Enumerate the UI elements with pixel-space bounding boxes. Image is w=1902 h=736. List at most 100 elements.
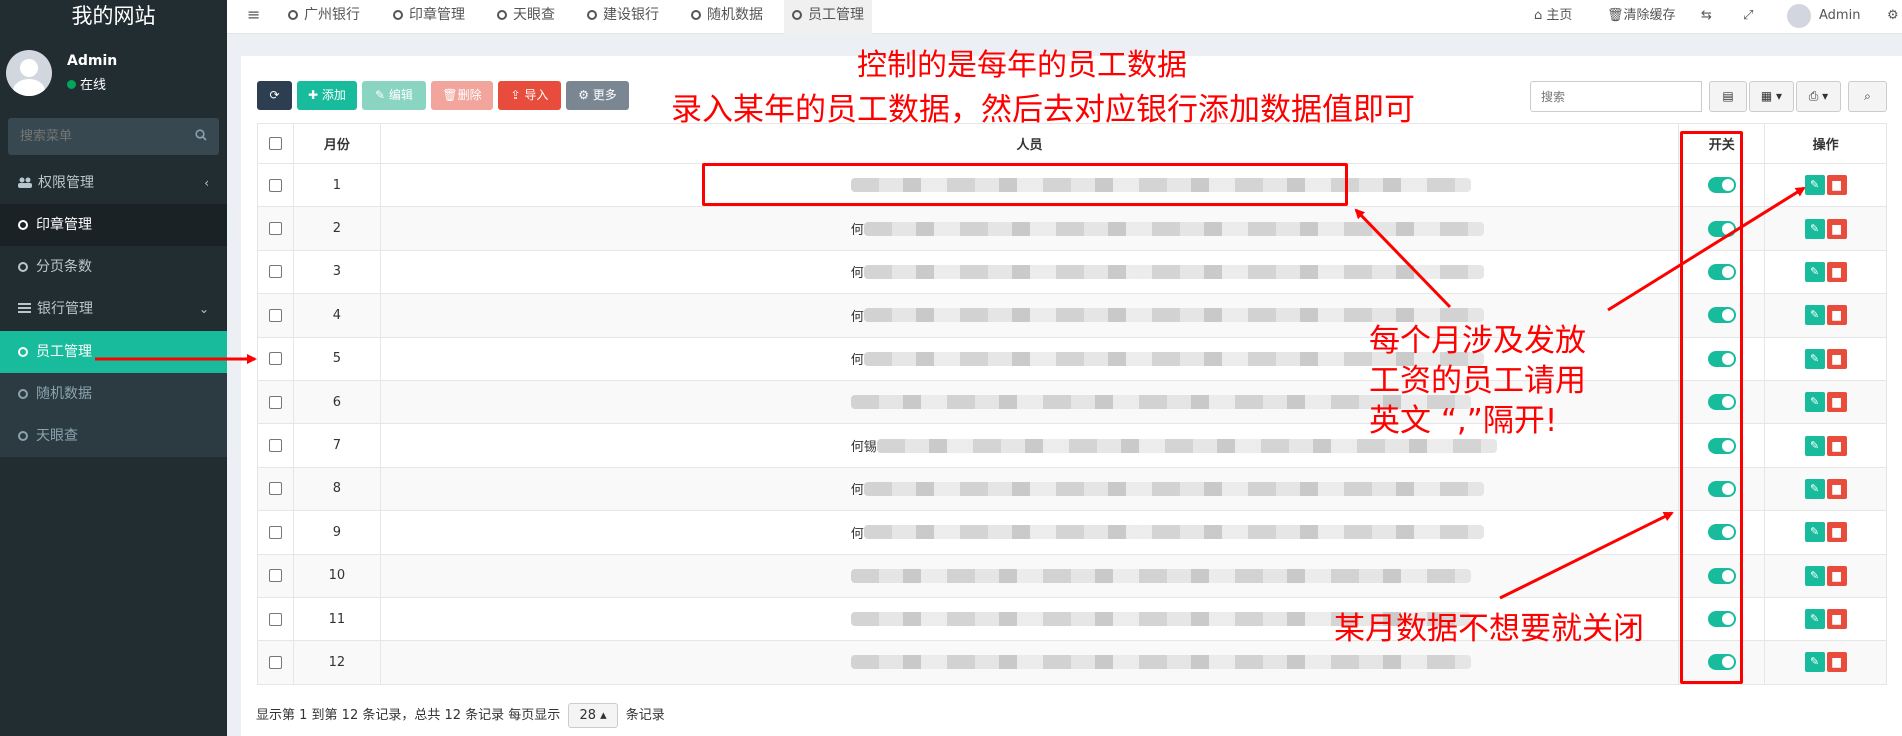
row-edit-button[interactable]: ✎ bbox=[1804, 392, 1825, 413]
translate-icon[interactable]: ⇆ bbox=[1701, 0, 1712, 34]
sidebar-item-seal[interactable]: 印章管理 bbox=[0, 204, 227, 246]
add-button[interactable]: ✚ 添加 bbox=[297, 81, 357, 110]
row-select-cell bbox=[257, 553, 294, 598]
circle-icon bbox=[587, 10, 597, 20]
blurred-names bbox=[876, 438, 1497, 453]
edit-button[interactable]: ✎ 编辑 bbox=[362, 81, 426, 110]
blurred-names bbox=[863, 264, 1484, 279]
sidebar-item-bank[interactable]: 银行管理 ⌄ bbox=[0, 288, 227, 330]
row-checkbox[interactable] bbox=[268, 569, 282, 583]
table-row[interactable]: 2 何 ✎ ▆ bbox=[257, 206, 1887, 251]
month-cell: 4 bbox=[292, 293, 381, 338]
actions-cell: ✎ ▆ bbox=[1764, 466, 1887, 512]
row-delete-button[interactable]: ▆ bbox=[1826, 392, 1847, 413]
pencil-icon: ✎ bbox=[1809, 525, 1820, 539]
more-button[interactable]: ⚙ 更多 bbox=[566, 81, 629, 110]
sidebar-item-random[interactable]: 随机数据 bbox=[0, 373, 227, 415]
row-delete-button[interactable]: ▆ bbox=[1826, 652, 1847, 673]
row-edit-button[interactable]: ✎ bbox=[1804, 652, 1825, 673]
row-delete-button[interactable]: ▆ bbox=[1826, 218, 1847, 239]
row-delete-button[interactable]: ▆ bbox=[1826, 609, 1847, 630]
table-row[interactable]: 5 何 ✎ ▆ bbox=[257, 336, 1887, 381]
row-edit-button[interactable]: ✎ bbox=[1804, 435, 1825, 456]
select-all-checkbox[interactable] bbox=[268, 137, 282, 150]
sidebar-item-page-size[interactable]: 分页条数 bbox=[0, 246, 227, 288]
sidebar-item-tianyancha[interactable]: 天眼查 bbox=[0, 415, 227, 457]
table-row[interactable]: 10 ✎ ▆ bbox=[257, 553, 1887, 598]
row-checkbox[interactable] bbox=[268, 352, 282, 366]
tab-guangzhou-bank[interactable]: 广州银行 bbox=[280, 0, 368, 34]
row-delete-button[interactable]: ▆ bbox=[1826, 175, 1847, 196]
row-delete-button[interactable]: ▆ bbox=[1826, 305, 1847, 326]
table-row[interactable]: 9 何 ✎ ▆ bbox=[257, 510, 1887, 555]
row-select-cell bbox=[257, 293, 294, 338]
gear-icon[interactable]: ⚙ bbox=[1887, 0, 1899, 34]
row-checkbox[interactable] bbox=[268, 308, 282, 322]
month-cell: 7 bbox=[292, 423, 381, 468]
tab-employee[interactable]: 员工管理 bbox=[784, 0, 872, 34]
table-search-input[interactable] bbox=[1530, 81, 1702, 112]
page-size-dropdown[interactable]: 28 ▴ bbox=[568, 703, 618, 728]
row-edit-button[interactable]: ✎ bbox=[1804, 609, 1825, 630]
delete-button[interactable]: 🗑删除 bbox=[431, 81, 493, 110]
row-checkbox[interactable] bbox=[268, 612, 282, 626]
row-edit-button[interactable]: ✎ bbox=[1804, 522, 1825, 543]
tab-seal[interactable]: 印章管理 bbox=[385, 0, 473, 34]
export-button[interactable]: ⎙ ▾ bbox=[1796, 81, 1841, 112]
user-menu[interactable]: Admin bbox=[1787, 0, 1860, 34]
table-row[interactable]: 8 何 ✎ ▆ bbox=[257, 466, 1887, 512]
row-edit-button[interactable]: ✎ bbox=[1804, 261, 1825, 282]
site-title[interactable]: 我的网站 bbox=[0, 0, 227, 36]
tab-tianyancha[interactable]: 天眼查 bbox=[489, 0, 563, 34]
row-delete-button[interactable]: ▆ bbox=[1826, 522, 1847, 543]
table-row[interactable]: 6 ✎ ▆ bbox=[257, 379, 1887, 425]
tab-random[interactable]: 随机数据 bbox=[683, 0, 771, 34]
row-edit-button[interactable]: ✎ bbox=[1804, 478, 1825, 499]
home-button[interactable]: ⌂ 主页 bbox=[1534, 0, 1572, 34]
refresh-button[interactable]: ⟳ bbox=[257, 81, 292, 110]
app-window: 我的网站 Admin 在线 权限管理 ‹ 印章管理 分页条数 银行管理 ⌄ 员工… bbox=[0, 0, 1902, 736]
search-icon[interactable] bbox=[195, 129, 207, 145]
row-delete-button[interactable]: ▆ bbox=[1826, 478, 1847, 499]
row-edit-button[interactable]: ✎ bbox=[1804, 348, 1825, 369]
column-header-month[interactable]: 月份 bbox=[292, 123, 381, 164]
people-cell: 何 bbox=[379, 206, 1680, 251]
row-checkbox[interactable] bbox=[268, 222, 282, 236]
table-row[interactable]: 4 何 ✎ ▆ bbox=[257, 293, 1887, 338]
sidebar-search-input[interactable] bbox=[8, 118, 219, 155]
row-delete-button[interactable]: ▆ bbox=[1826, 261, 1847, 282]
search-button[interactable]: ⌕ bbox=[1848, 81, 1887, 112]
row-delete-button[interactable]: ▆ bbox=[1826, 348, 1847, 369]
list-icon bbox=[18, 288, 31, 330]
row-delete-button[interactable]: ▆ bbox=[1826, 565, 1847, 586]
pencil-icon: ✎ bbox=[1809, 568, 1820, 582]
tab-ccb[interactable]: 建设银行 bbox=[579, 0, 667, 34]
more-label: 更多 bbox=[592, 88, 617, 102]
columns-button[interactable]: ▦ ▾ bbox=[1749, 81, 1794, 112]
sidebar-item-employee[interactable]: 员工管理 bbox=[0, 331, 227, 373]
row-checkbox[interactable] bbox=[268, 265, 282, 279]
column-header-people[interactable]: 人员 bbox=[379, 123, 1680, 164]
row-checkbox[interactable] bbox=[268, 439, 282, 453]
row-edit-button[interactable]: ✎ bbox=[1804, 218, 1825, 239]
sidebar-item-permissions[interactable]: 权限管理 ‹ bbox=[0, 162, 227, 204]
row-checkbox[interactable] bbox=[268, 178, 282, 192]
row-checkbox[interactable] bbox=[268, 395, 282, 409]
table-row[interactable]: 3 何 ✎ ▆ bbox=[257, 249, 1887, 295]
table-row[interactable]: 7 何锡 ✎ ▆ bbox=[257, 423, 1887, 468]
import-button[interactable]: ⇪ 导入 bbox=[498, 81, 561, 110]
row-delete-button[interactable]: ▆ bbox=[1826, 435, 1847, 456]
row-edit-button[interactable]: ✎ bbox=[1804, 305, 1825, 326]
people-prefix: 何 bbox=[850, 309, 864, 325]
toggle-view-button[interactable]: ▤ bbox=[1709, 81, 1747, 112]
row-checkbox[interactable] bbox=[268, 482, 282, 496]
row-checkbox[interactable] bbox=[268, 655, 282, 669]
fullscreen-icon[interactable]: ⤢ bbox=[1743, 0, 1753, 34]
home-label: 主页 bbox=[1546, 8, 1573, 23]
row-edit-button[interactable]: ✎ bbox=[1804, 175, 1825, 196]
menu-icon[interactable]: ≡ bbox=[239, 0, 268, 34]
row-checkbox[interactable] bbox=[268, 525, 282, 539]
clear-cache-button[interactable]: 🗑清除缓存 bbox=[1607, 0, 1676, 34]
row-edit-button[interactable]: ✎ bbox=[1804, 565, 1825, 586]
row-select-cell bbox=[257, 510, 294, 555]
